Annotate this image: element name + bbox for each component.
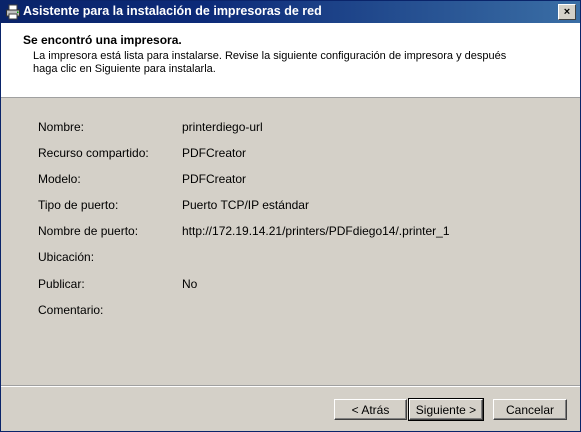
cancel-button[interactable]: Cancelar [493,399,567,420]
header-description: La impresora está lista para instalarse.… [33,50,507,75]
detail-label: Modelo: [38,172,81,186]
header-title: Se encontró una impresora. [23,33,182,47]
window-title: Asistente para la instalación de impreso… [23,4,322,18]
detail-label: Ubicación: [38,250,95,264]
detail-label: Recurso compartido: [38,146,149,160]
detail-label: Publicar: [38,277,85,291]
close-button[interactable]: × [558,4,576,20]
detail-label: Tipo de puerto: [38,198,119,212]
close-icon: × [563,6,571,18]
button-separator [1,385,580,387]
detail-value: Puerto TCP/IP estándar [182,198,309,212]
title-bar[interactable]: Asistente para la instalación de impreso… [1,1,580,23]
printer-details: Nombre: printerdiego-url Recurso compart… [1,98,580,385]
detail-label: Comentario: [38,303,104,317]
wizard-header: Se encontró una impresora. La impresora … [1,23,580,98]
detail-value: No [182,277,198,291]
printer-icon [6,4,20,20]
wizard-window: Asistente para la instalación de impreso… [0,0,581,432]
detail-value: http://172.19.14.21/printers/PDFdiego14/… [182,224,450,238]
back-button[interactable]: < Atrás [334,399,407,420]
detail-label: Nombre: [38,120,85,134]
detail-label: Nombre de puerto: [38,224,139,238]
next-button[interactable]: Siguiente > [408,398,484,421]
detail-value: PDFCreator [182,146,247,160]
detail-value: printerdiego-url [182,120,263,134]
detail-value: PDFCreator [182,172,247,186]
